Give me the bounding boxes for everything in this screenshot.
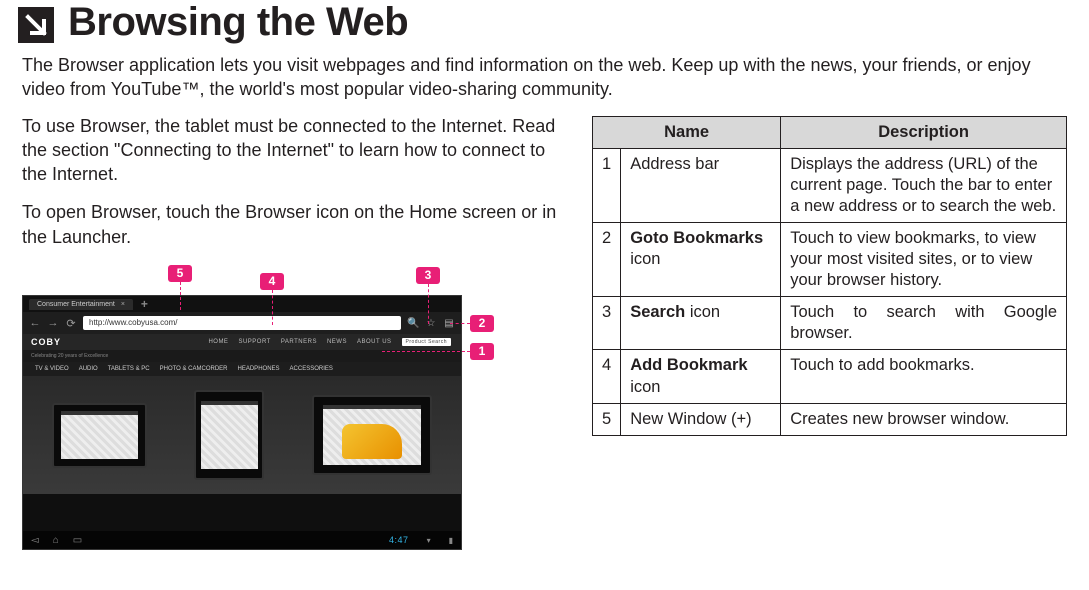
table-row: 2 Goto Bookmarks icon Touch to view book…: [593, 222, 1067, 296]
col-header-desc: Description: [781, 116, 1067, 148]
table-row: 4 Add Bookmark icon Touch to add bookmar…: [593, 350, 1067, 403]
nav-recent-icon: ▭: [73, 535, 82, 546]
product-search-box: Product Search: [402, 338, 451, 346]
site-categories: TV & VIDEO AUDIO TABLETS & PC PHOTO & CA…: [23, 362, 461, 376]
nav-home-icon: ⌂: [53, 535, 59, 546]
new-window-plus: +: [137, 297, 152, 311]
site-banner: [23, 376, 461, 494]
forward-icon: →: [47, 317, 59, 329]
callout-2: 2: [470, 315, 494, 332]
table-row: 5 New Window (+) Creates new browser win…: [593, 403, 1067, 435]
left-para-2: To open Browser, touch the Browser icon …: [22, 200, 562, 249]
bookmark-star-icon: ☆: [425, 318, 437, 329]
system-bar: ◅ ⌂ ▭ 4:47 ▾ ▮: [23, 531, 461, 549]
callout-5: 5: [168, 265, 192, 282]
arrow-down-right-icon: [18, 7, 54, 43]
table-row: 1 Address bar Displays the address (URL)…: [593, 148, 1067, 222]
col-header-name: Name: [593, 116, 781, 148]
system-clock: 4:47: [389, 535, 409, 545]
callout-3: 3: [416, 267, 440, 284]
wifi-icon: ▾: [427, 536, 431, 545]
site-logo: COBY: [31, 337, 61, 347]
browser-tab: Consumer Entertainment×: [29, 299, 133, 310]
reload-icon: ⟳: [65, 317, 77, 330]
address-bar: http://www.cobyusa.com/: [83, 316, 401, 330]
nav-back-icon: ◅: [31, 535, 39, 546]
back-icon: ←: [29, 317, 41, 329]
table-row: 3 Search icon Touch to search with Googl…: [593, 297, 1067, 350]
battery-icon: ▮: [449, 536, 453, 545]
description-table: Name Description 1 Address bar Displays …: [592, 116, 1067, 436]
search-icon: 🔍: [407, 318, 419, 329]
intro-text: The Browser application lets you visit w…: [0, 45, 1060, 102]
callout-1: 1: [470, 343, 494, 360]
browser-screenshot: 5 4 3 2 1 Consumer Entertainment× + ← → …: [22, 265, 462, 555]
page-title: Browsing the Web: [68, 0, 408, 45]
callout-4: 4: [260, 273, 284, 290]
left-para-1: To use Browser, the tablet must be conne…: [22, 114, 562, 187]
